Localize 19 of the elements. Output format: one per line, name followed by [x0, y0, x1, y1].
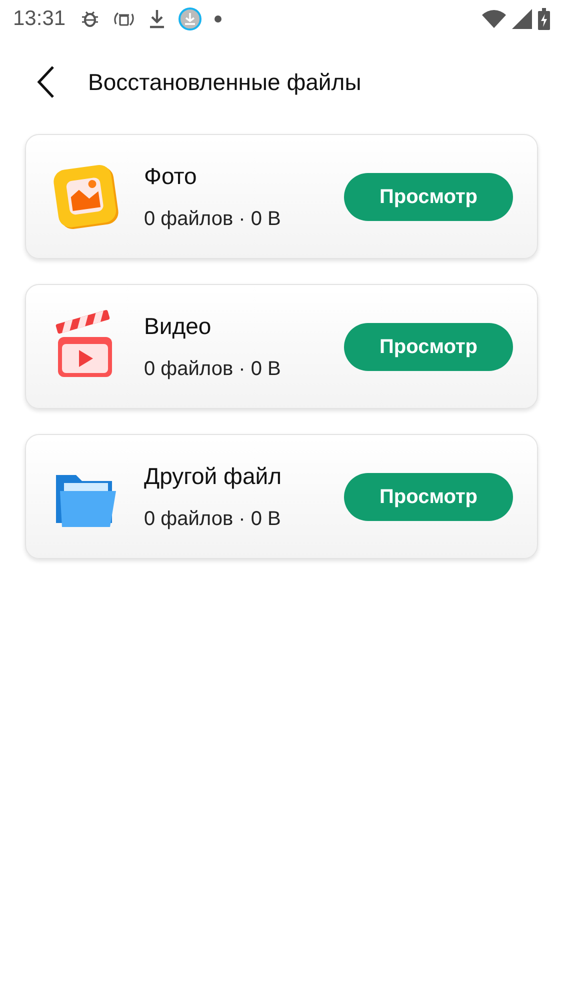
- category-details: 0 файлов · 0 B: [144, 356, 281, 382]
- category-title: Фото: [144, 162, 198, 192]
- download-icon: [148, 8, 166, 30]
- category-details: 0 файлов · 0 B: [144, 206, 281, 232]
- page-title: Восстановленные файлы: [88, 68, 362, 97]
- battery-icon: [538, 8, 550, 30]
- category-details: 0 файлов · 0 B: [144, 506, 282, 532]
- download-circle-icon: [178, 7, 202, 31]
- bug-icon: [80, 9, 100, 29]
- back-icon: [36, 65, 56, 99]
- view-button[interactable]: Просмотр: [344, 472, 513, 520]
- view-button[interactable]: Просмотр: [344, 322, 513, 370]
- dot-icon: [214, 15, 222, 23]
- category-title: Видео: [144, 312, 212, 342]
- status-time: 13:31: [13, 6, 66, 32]
- view-button[interactable]: Просмотр: [344, 172, 513, 220]
- wifi-icon: [482, 10, 506, 28]
- category-title: Другой файл: [144, 462, 282, 492]
- signal-icon: [512, 9, 532, 29]
